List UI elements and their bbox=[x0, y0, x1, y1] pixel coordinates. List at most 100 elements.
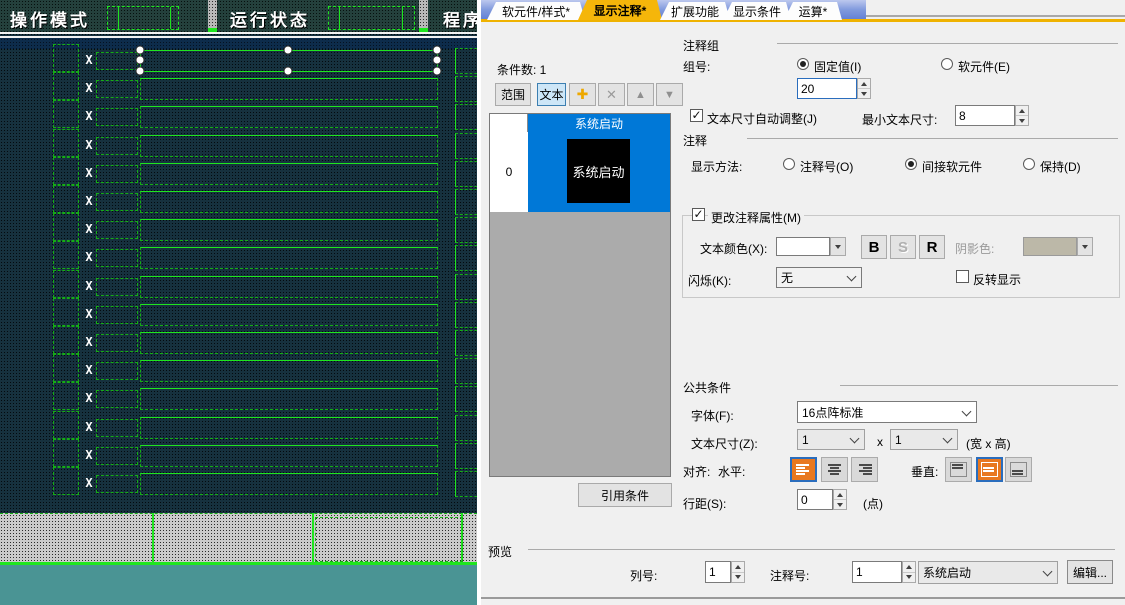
hmi-cell-box[interactable] bbox=[96, 193, 138, 211]
hmi-cell-box[interactable] bbox=[96, 447, 138, 465]
list-row-index[interactable]: 0 bbox=[490, 132, 528, 212]
text-color-swatch[interactable] bbox=[776, 237, 830, 256]
hmi-cell-box[interactable] bbox=[53, 44, 79, 72]
hmi-cell-box[interactable] bbox=[53, 270, 79, 298]
comment-no-radio[interactable] bbox=[783, 158, 795, 170]
reference-condition-button[interactable]: 引用条件 bbox=[578, 483, 672, 507]
shadow-color-swatch[interactable] bbox=[1023, 237, 1077, 256]
selection-handle[interactable] bbox=[284, 46, 293, 55]
column-no-stepper[interactable] bbox=[731, 561, 745, 583]
hmi-cell-box[interactable] bbox=[455, 48, 477, 74]
hmi-cell-box[interactable] bbox=[455, 471, 477, 497]
tab-extended-function[interactable]: 扩展功能 bbox=[660, 2, 730, 20]
list-row-selected[interactable]: 系统启动 bbox=[528, 132, 670, 212]
indirect-device-radio[interactable] bbox=[905, 158, 917, 170]
align-middle-button[interactable] bbox=[976, 457, 1003, 482]
hmi-cell-box[interactable] bbox=[53, 241, 79, 269]
selection-handle[interactable] bbox=[136, 46, 145, 55]
hmi-cell-box[interactable] bbox=[455, 274, 477, 300]
hmi-comment-display[interactable] bbox=[140, 191, 438, 213]
hmi-cell-box[interactable] bbox=[96, 52, 138, 70]
hmi-cell-box[interactable] bbox=[455, 104, 477, 130]
comment-name-select[interactable]: 系统启动 bbox=[918, 561, 1058, 584]
tab-display-comment[interactable]: 显示注释* bbox=[578, 0, 662, 20]
hmi-comment-display[interactable] bbox=[140, 276, 438, 298]
device-radio[interactable] bbox=[941, 58, 953, 70]
selection-handle[interactable] bbox=[433, 56, 442, 65]
column-no-input[interactable]: 1 bbox=[705, 561, 731, 583]
hmi-cell-box[interactable] bbox=[53, 72, 79, 100]
hmi-cell-box[interactable] bbox=[53, 129, 79, 157]
min-size-stepper[interactable] bbox=[1015, 105, 1029, 126]
shadow-button[interactable]: S bbox=[890, 235, 916, 259]
align-bottom-button[interactable] bbox=[1005, 457, 1032, 482]
tab-device-style[interactable]: 软元件/样式* bbox=[487, 2, 585, 20]
move-down-icon[interactable]: ▼ bbox=[656, 83, 683, 106]
comment-no-input[interactable]: 1 bbox=[852, 561, 902, 583]
selection-handle[interactable] bbox=[433, 67, 442, 76]
min-size-input[interactable]: 8 bbox=[955, 105, 1015, 126]
hmi-comment-display[interactable] bbox=[140, 473, 438, 495]
hmi-teal-band[interactable] bbox=[0, 565, 477, 605]
delete-condition-icon[interactable]: ✕ bbox=[598, 83, 625, 106]
range-button[interactable]: 范围 bbox=[495, 83, 531, 106]
text-height-select[interactable]: 1 bbox=[890, 429, 958, 450]
hmi-cell-box[interactable] bbox=[96, 165, 138, 183]
shadow-color-dropdown-icon[interactable] bbox=[1077, 237, 1093, 256]
hmi-cell-box[interactable] bbox=[455, 330, 477, 356]
hmi-cell-box[interactable] bbox=[53, 213, 79, 241]
selection-handle[interactable] bbox=[136, 67, 145, 76]
hmi-cell-box[interactable] bbox=[455, 161, 477, 187]
hmi-cell-box[interactable] bbox=[96, 390, 138, 408]
text-color-dropdown-icon[interactable] bbox=[830, 237, 846, 256]
tab-display-condition[interactable]: 显示条件 bbox=[723, 2, 791, 20]
align-right-button[interactable] bbox=[851, 457, 878, 482]
hmi-cell-box[interactable] bbox=[455, 443, 477, 469]
hmi-comment-display[interactable] bbox=[140, 219, 438, 241]
hmi-cell-box[interactable] bbox=[455, 133, 477, 159]
hmi-cell-box[interactable] bbox=[53, 185, 79, 213]
group-no-stepper[interactable] bbox=[857, 78, 871, 99]
hmi-cell-box[interactable] bbox=[53, 100, 79, 128]
hmi-cell-box[interactable] bbox=[53, 467, 79, 495]
hmi-cell-box[interactable] bbox=[96, 80, 138, 98]
hmi-cell-box[interactable] bbox=[96, 419, 138, 437]
hmi-cell-box[interactable] bbox=[53, 326, 79, 354]
hmi-cell-box[interactable] bbox=[53, 439, 79, 467]
edit-button[interactable]: 编辑... bbox=[1067, 560, 1113, 584]
hmi-comment-display[interactable] bbox=[140, 247, 438, 269]
hmi-comment-display[interactable] bbox=[140, 360, 438, 382]
hmi-comment-display[interactable] bbox=[140, 388, 438, 410]
line-spacing-input[interactable]: 0 bbox=[797, 489, 833, 510]
hmi-cell-box[interactable] bbox=[53, 157, 79, 185]
hmi-comment-display[interactable] bbox=[140, 135, 438, 157]
hmi-cell-box[interactable] bbox=[455, 302, 477, 328]
autosize-checkbox[interactable]: ✓ bbox=[690, 109, 703, 122]
hmi-cell-box[interactable] bbox=[455, 189, 477, 215]
hmi-cell-box[interactable] bbox=[53, 354, 79, 382]
hmi-cell-box[interactable] bbox=[96, 221, 138, 239]
hmi-cell-box[interactable] bbox=[96, 108, 138, 126]
blink-select[interactable]: 无 bbox=[776, 267, 862, 288]
hmi-cell-box[interactable] bbox=[96, 334, 138, 352]
hmi-cell-box[interactable] bbox=[53, 411, 79, 439]
text-width-select[interactable]: 1 bbox=[797, 429, 865, 450]
raised-button[interactable]: R bbox=[919, 235, 945, 259]
align-top-button[interactable] bbox=[945, 457, 972, 482]
hmi-cell-box[interactable] bbox=[53, 382, 79, 410]
hmi-cell-box[interactable] bbox=[455, 245, 477, 271]
align-left-button[interactable] bbox=[790, 457, 817, 482]
hmi-comment-display[interactable] bbox=[140, 106, 438, 128]
hmi-comment-display[interactable] bbox=[140, 78, 438, 100]
hmi-cell-box[interactable] bbox=[455, 76, 477, 102]
hold-radio[interactable] bbox=[1023, 158, 1035, 170]
line-spacing-stepper[interactable] bbox=[833, 489, 847, 510]
group-no-input[interactable]: 20 bbox=[797, 78, 857, 99]
hmi-cell-box[interactable] bbox=[96, 278, 138, 296]
align-center-button[interactable] bbox=[821, 457, 848, 482]
hmi-cell-box[interactable] bbox=[96, 249, 138, 267]
reverse-display-checkbox[interactable] bbox=[956, 270, 969, 283]
hmi-cell-box[interactable] bbox=[455, 415, 477, 441]
hmi-editor-canvas[interactable]: 操作模式 运行状态 程序 XXXXXXXXXXXXXXXX bbox=[0, 0, 477, 605]
hmi-cell-box[interactable] bbox=[96, 475, 138, 493]
